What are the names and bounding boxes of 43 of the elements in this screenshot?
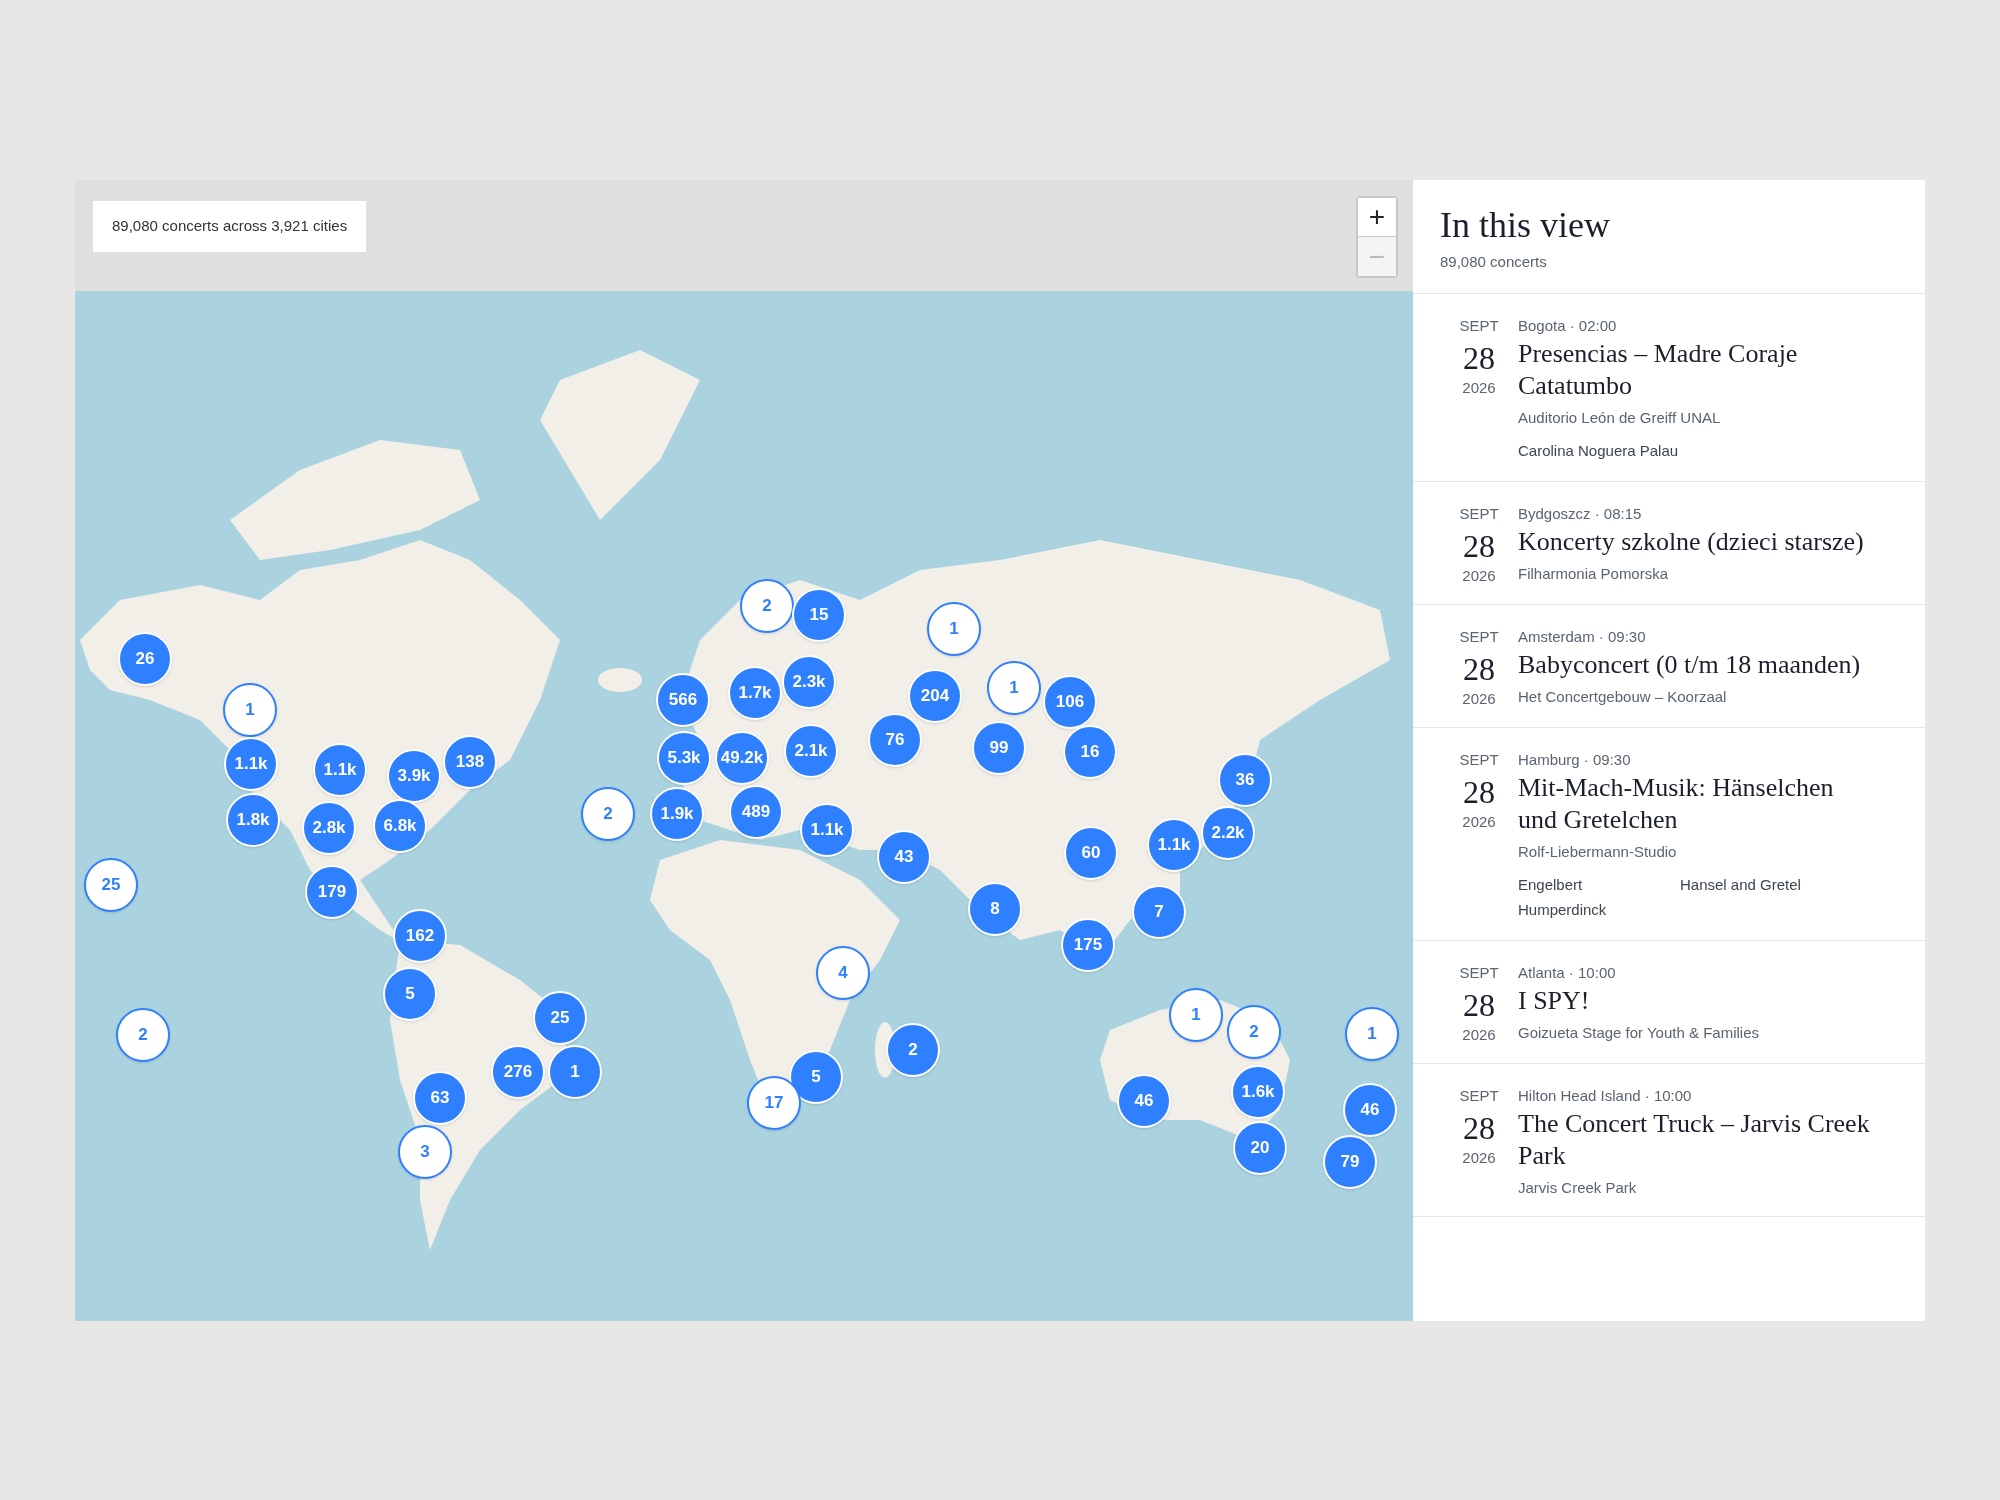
event-city-time: Hamburg · 09:30 [1518, 750, 1632, 771]
event-title[interactable]: Presencias – Madre Coraje Catatumbo [1518, 338, 1888, 403]
zoom-in-button[interactable]: + [1358, 198, 1396, 237]
event-year: 2026 [1462, 1025, 1496, 1046]
performer-name: Hansel and Gretel [1680, 875, 1802, 896]
event-month: SEPT [1459, 316, 1499, 337]
performer-name: Carolina Noguera Palau [1518, 441, 1679, 462]
event-month: SEPT [1459, 963, 1499, 984]
event-title[interactable]: Koncerty szkolne (dzieci starsze) [1518, 526, 1888, 559]
concert-total: 89,080 concerts [1440, 251, 1548, 272]
concert-count-label: 89,080 concerts across 3,921 cities [93, 201, 367, 252]
event-year: 2026 [1462, 378, 1496, 399]
performer-name: Engelbert Humperdinck [1518, 875, 1608, 921]
event-city-time: Bogota · 02:00 [1518, 316, 1618, 337]
event-day: 28 [1463, 1110, 1495, 1147]
event-day: 28 [1463, 340, 1495, 377]
event-month: SEPT [1459, 750, 1499, 771]
event-day: 28 [1463, 651, 1495, 688]
event-title[interactable]: I SPY! [1518, 985, 1888, 1018]
event-title[interactable]: Mit-Mach-Musik: Hänselchen und Gretelchen [1518, 772, 1888, 837]
event-venue: Het Concertgebouw – Koorzaal [1518, 687, 1728, 708]
event-title[interactable]: Babyconcert (0 t/m 18 maanden) [1518, 649, 1888, 682]
event-day: 28 [1463, 528, 1495, 565]
event-venue: Rolf-Liebermann-Studio [1518, 842, 1678, 863]
event-month: SEPT [1459, 504, 1499, 525]
event-city-time: Atlanta · 10:00 [1518, 963, 1617, 984]
event-year: 2026 [1462, 812, 1496, 833]
event-year: 2026 [1462, 1148, 1496, 1169]
event-city-time: Amsterdam · 09:30 [1518, 627, 1647, 648]
event-venue: Filharmonia Pomorska [1518, 564, 1670, 585]
event-venue: Goizueta Stage for Youth & Families [1518, 1023, 1760, 1044]
event-year: 2026 [1462, 566, 1496, 587]
event-day: 28 [1463, 774, 1495, 811]
event-title[interactable]: The Concert Truck – Jarvis Creek Park [1518, 1108, 1888, 1173]
event-city-time: Bydgoszcz · 08:15 [1518, 504, 1643, 525]
event-venue: Jarvis Creek Park [1518, 1178, 1638, 1199]
event-venue: Auditorio León de Greiff UNAL [1518, 408, 1722, 429]
event-city-time: Hilton Head Island · 10:00 [1518, 1086, 1693, 1107]
event-year: 2026 [1462, 689, 1496, 710]
event-month: SEPT [1459, 627, 1499, 648]
event-month: SEPT [1459, 1086, 1499, 1107]
event-day: 28 [1463, 987, 1495, 1024]
panel-title: In this view [1440, 204, 1611, 247]
